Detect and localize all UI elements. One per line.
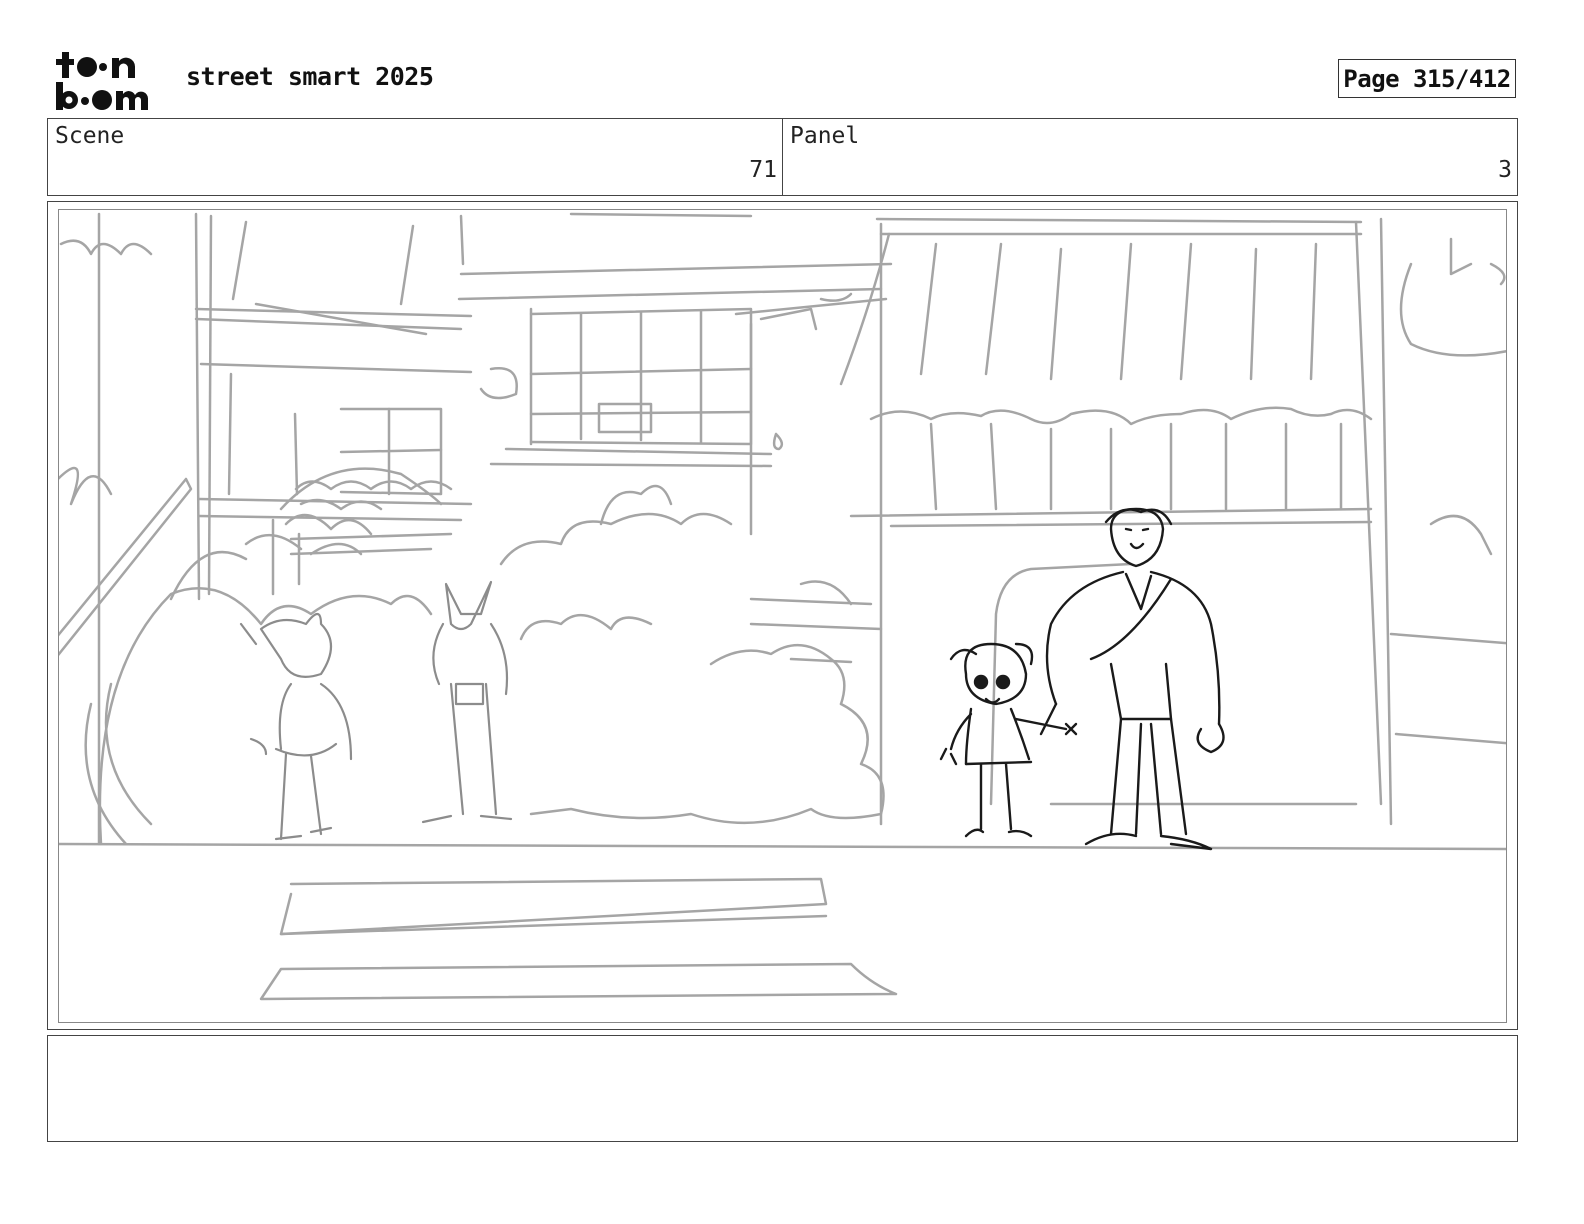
scene-number: 71 [749, 157, 777, 183]
background-characters [239, 580, 513, 841]
scene-label: Scene [55, 123, 125, 149]
background-sketch-layer [59, 212, 1506, 1001]
scene-cell: Scene 71 [48, 119, 783, 195]
storyboard-sketch [59, 212, 1506, 1001]
storyboard-frame [47, 201, 1518, 1030]
toonboom-logo-icon [52, 50, 164, 112]
panel-label: Panel [790, 123, 860, 149]
panel-number: 3 [1498, 157, 1512, 183]
page-counter: Page 315/412 [1338, 59, 1516, 98]
foreground-characters [939, 507, 1225, 851]
project-title: street smart 2025 [186, 62, 434, 91]
panel-cell: Panel 3 [783, 119, 1517, 195]
storyboard-drawing-area [58, 209, 1507, 1023]
scene-panel-info: Scene 71 Panel 3 [47, 118, 1518, 196]
page-counter-label: Page 315/412 [1343, 64, 1511, 93]
notes-box[interactable] [47, 1035, 1518, 1142]
